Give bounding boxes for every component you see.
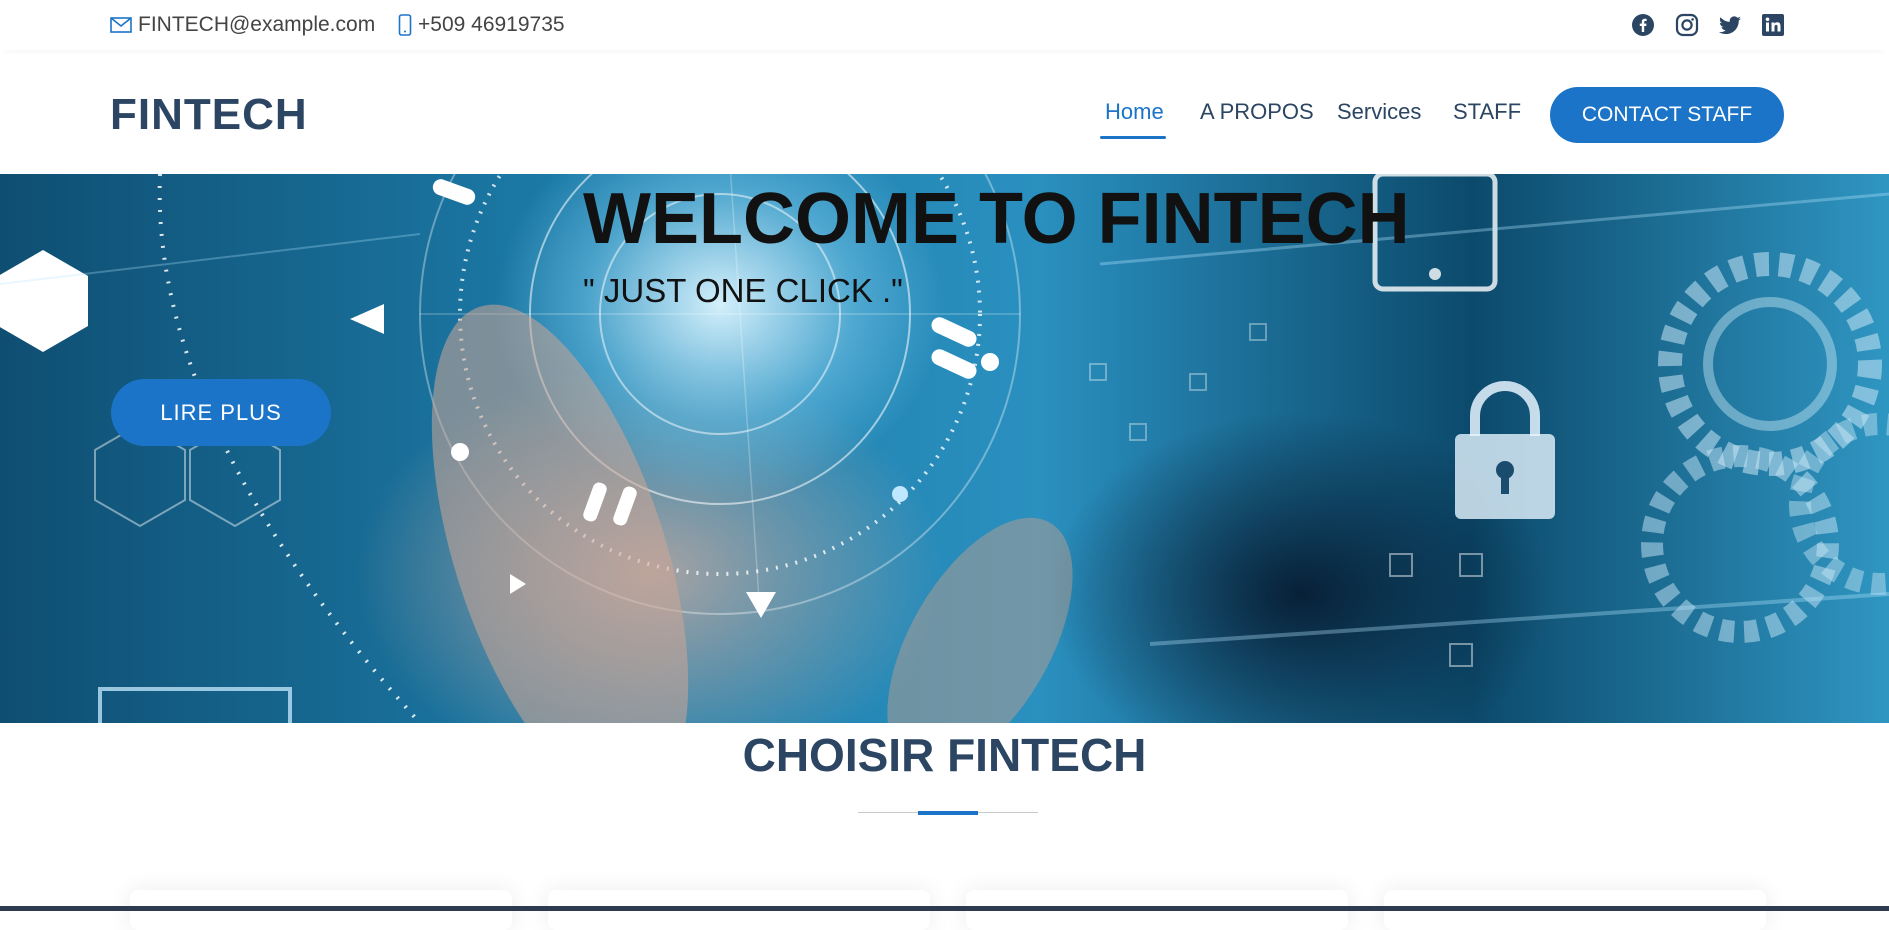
contact-email[interactable]: FINTECH@example.com — [110, 12, 375, 38]
section-title: CHOISIR FINTECH — [742, 729, 1147, 781]
section-divider-accent — [918, 811, 978, 815]
site-logo[interactable]: FINTECH — [110, 90, 308, 140]
lire-plus-button[interactable]: LIRE PLUS — [111, 379, 331, 446]
phone-icon — [398, 14, 412, 36]
nav-staff[interactable]: STAFF — [1453, 99, 1521, 125]
twitter-icon[interactable] — [1718, 13, 1742, 37]
top-bar: FINTECH@example.com +509 46919735 — [0, 0, 1889, 50]
envelope-icon — [110, 17, 132, 33]
site-header: FINTECH Home A PROPOS Services STAFF CON… — [0, 54, 1889, 174]
phone-text: +509 46919735 — [418, 13, 565, 36]
nav-services[interactable]: Services — [1337, 99, 1421, 125]
nav-a-propos[interactable]: A PROPOS — [1200, 99, 1314, 125]
hero-banner: WELCOME TO FINTECH " JUST ONE CLICK ." L… — [0, 174, 1889, 723]
facebook-icon[interactable] — [1631, 13, 1655, 37]
bottom-edge — [0, 906, 1889, 911]
contact-staff-button[interactable]: CONTACT STAFF — [1550, 87, 1784, 143]
hero-subtitle: " JUST ONE CLICK ." — [583, 272, 903, 309]
email-text: FINTECH@example.com — [138, 13, 376, 36]
instagram-icon[interactable] — [1675, 13, 1699, 37]
contact-phone[interactable]: +509 46919735 — [398, 12, 565, 38]
nav-home[interactable]: Home — [1105, 99, 1164, 125]
linkedin-icon[interactable] — [1761, 13, 1785, 37]
nav-active-indicator — [1100, 136, 1166, 139]
hero-title: WELCOME TO FINTECH — [583, 179, 1410, 259]
